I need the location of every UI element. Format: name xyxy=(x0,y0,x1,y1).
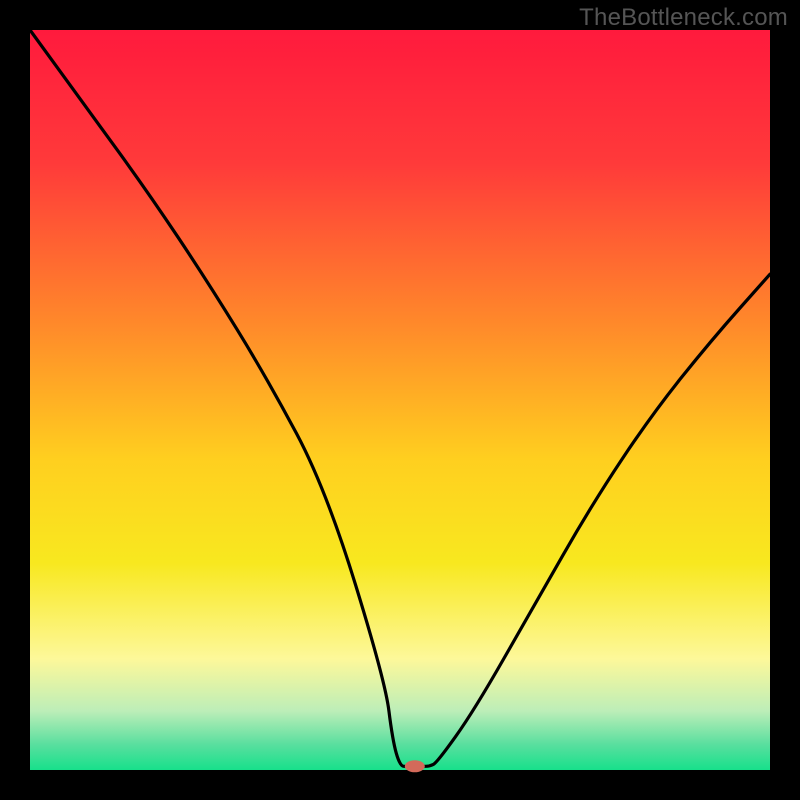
optimal-marker xyxy=(405,760,425,772)
watermark-text: TheBottleneck.com xyxy=(579,4,788,32)
chart-canvas xyxy=(0,0,800,800)
bottleneck-chart: TheBottleneck.com xyxy=(0,0,800,800)
chart-background-gradient xyxy=(30,30,770,770)
